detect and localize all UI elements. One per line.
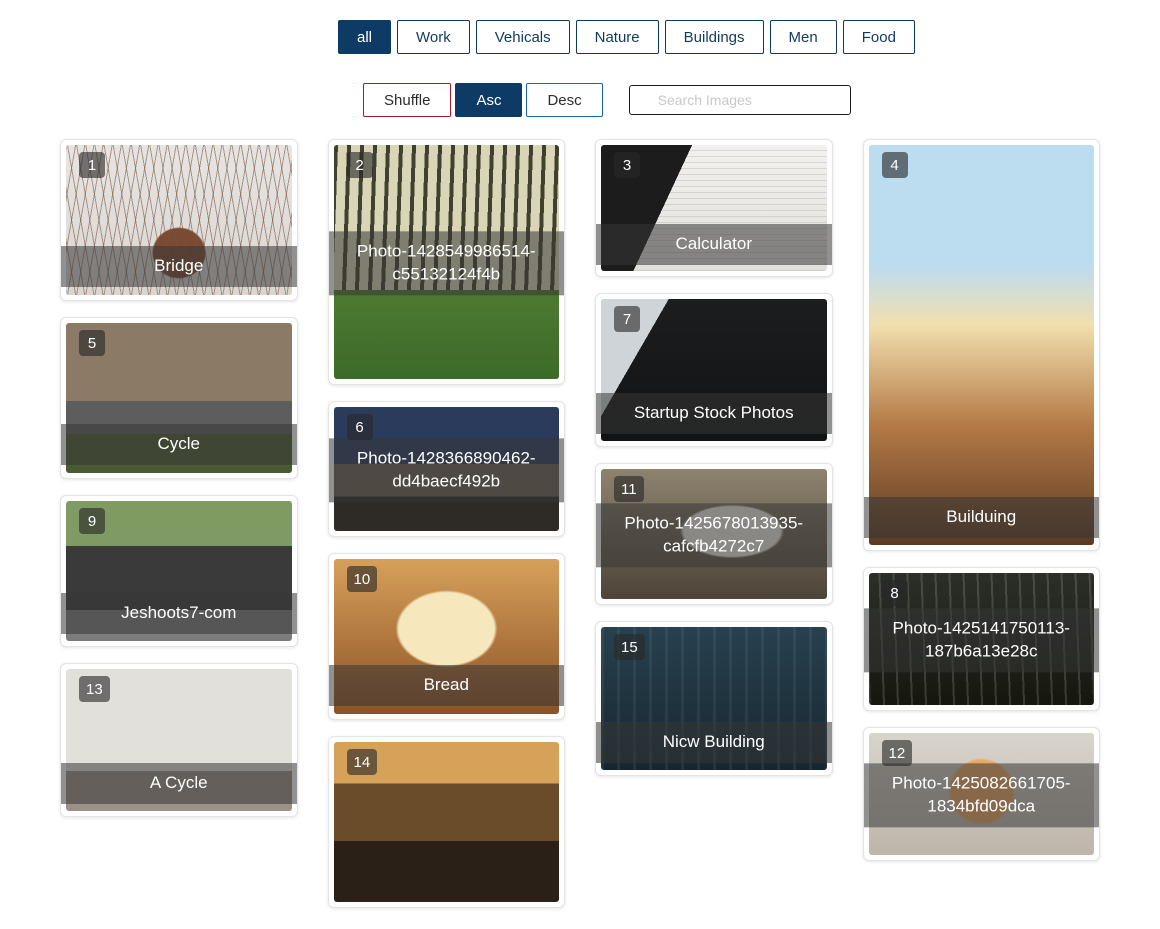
card-index-badge: 2 (346, 152, 373, 178)
gallery-card[interactable]: 10 Bread (327, 553, 565, 720)
card-index-badge: 15 (614, 634, 645, 660)
filter-tab-men[interactable]: Men (769, 20, 837, 54)
gallery-card[interactable]: 11 Photo-1425678013935-cafcfb4272c7 (595, 463, 833, 605)
card-caption: A Cycle (61, 762, 297, 804)
sort-asc-button[interactable]: Asc (455, 83, 523, 117)
card-index-badge: 3 (614, 152, 640, 178)
gallery-column: 2 Photo-1428549986514-c55132124f4b 6 Photo-… (327, 139, 565, 908)
shuffle-button[interactable]: Shuffle (363, 83, 452, 117)
gallery-card[interactable]: 9 Jeshoots7-com (60, 495, 298, 647)
gallery-card[interactable]: 2 Photo-1428549986514-c55132124f4b (327, 139, 565, 385)
card-caption: Photo-1428366890462-dd4baecf492b (328, 438, 564, 503)
filter-tab-work[interactable]: Work (397, 20, 470, 54)
gallery-card[interactable]: 3 Calculator (595, 139, 833, 277)
filter-tab-buildings[interactable]: Buildings (664, 20, 764, 54)
card-caption: Bridge (61, 246, 297, 288)
card-index-badge: 10 (346, 566, 378, 592)
gallery-card[interactable]: 7 Startup Stock Photos (595, 293, 833, 447)
card-index-badge: 4 (881, 152, 908, 178)
card-index-badge: 8 (881, 580, 908, 606)
card-caption: Photo-1425082661705-1834bfd09dca (863, 763, 1099, 828)
filter-tab-bar: all Work Vehicals Nature Buildings Men Food (0, 0, 1160, 54)
image-gallery-masonry: 1 Bridge 5 Cycle 9 Jeshoots7-com 13 A Cycle 2 Pho… (0, 139, 1160, 908)
card-caption: Photo-1425678013935-cafcfb4272c7 (596, 503, 832, 568)
gallery-page: all Work Vehicals Nature Buildings Men Food Sh… (0, 0, 1160, 929)
card-index-badge: 1 (79, 152, 105, 178)
gallery-column: 4 Builduing 8 Photo-1425141750113-187b6a13e… (862, 139, 1100, 861)
card-index-badge: 6 (346, 414, 373, 440)
gallery-card[interactable]: 5 Cycle (60, 317, 298, 479)
card-caption: Builduing (863, 496, 1099, 538)
card-caption: Photo-1425141750113-187b6a13e28c (863, 608, 1099, 673)
gallery-card[interactable]: 4 Builduing (862, 139, 1100, 551)
gallery-card[interactable]: 6 Photo-1428366890462-dd4baecf492b (327, 401, 565, 537)
filter-tab-all[interactable]: all (338, 20, 392, 54)
card-index-badge: 9 (79, 508, 105, 534)
card-caption: Calculator (596, 224, 832, 266)
search-field-wrapper (628, 85, 851, 115)
card-caption: Nicw Building (596, 721, 832, 763)
gallery-card[interactable]: 15 Nicw Building (595, 621, 833, 776)
gallery-card[interactable]: 8 Photo-1425141750113-187b6a13e28c (862, 567, 1100, 711)
filter-tab-vehicals[interactable]: Vehicals (475, 20, 570, 54)
card-caption: Startup Stock Photos (596, 392, 832, 434)
gallery-card[interactable]: 14 (327, 736, 565, 908)
card-index-badge: 5 (79, 330, 105, 356)
filter-tab-food[interactable]: Food (842, 20, 915, 54)
gallery-card[interactable]: 13 A Cycle (60, 663, 298, 817)
card-caption: Jeshoots7-com (61, 593, 297, 634)
card-caption: Cycle (61, 424, 297, 466)
gallery-column: 3 Calculator 7 Startup Stock Photos 11 Photo-… (595, 139, 833, 776)
search-input[interactable] (628, 85, 851, 115)
card-caption: Bread (328, 664, 564, 706)
filter-tab-nature[interactable]: Nature (575, 20, 659, 54)
card-index-badge: 11 (614, 476, 644, 502)
card-index-badge: 7 (614, 306, 640, 332)
gallery-column: 1 Bridge 5 Cycle 9 Jeshoots7-com 13 A Cycle (60, 139, 298, 817)
card-caption: Photo-1428549986514-c55132124f4b (328, 231, 564, 296)
card-thumbnail (868, 145, 1094, 545)
sort-and-search-bar: Shuffle Asc Desc (0, 54, 1160, 117)
card-index-badge: 12 (881, 740, 913, 766)
gallery-card[interactable]: 1 Bridge (60, 139, 298, 301)
gallery-card[interactable]: 12 Photo-1425082661705-1834bfd09dca (862, 727, 1100, 861)
card-index-badge: 13 (79, 676, 110, 702)
card-index-badge: 14 (346, 749, 378, 775)
sort-desc-button[interactable]: Desc (526, 83, 603, 117)
